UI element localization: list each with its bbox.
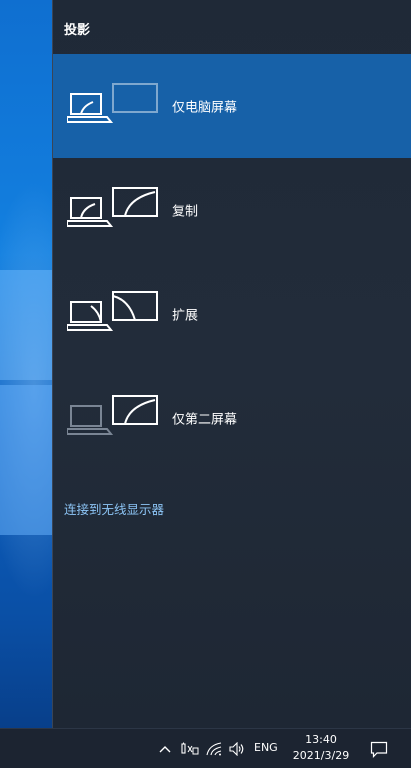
action-center-icon[interactable] [369, 740, 389, 758]
option-pc-screen-only[interactable]: 仅电脑屏幕 [53, 54, 411, 158]
option-label: 扩展 [172, 308, 199, 324]
pc-screen-only-icon [67, 83, 158, 123]
option-duplicate[interactable]: 复制 [53, 158, 411, 262]
desktop-wallpaper [0, 0, 52, 728]
option-second-screen-only[interactable]: 仅第二屏幕 [53, 366, 411, 470]
wallpaper-pane-lower [0, 385, 52, 535]
chevron-up-icon[interactable] [157, 740, 173, 758]
option-label: 仅电脑屏幕 [172, 100, 238, 116]
language-indicator[interactable]: ENG [254, 741, 278, 754]
second-screen-only-icon [67, 395, 158, 435]
clock-time: 13:40 [305, 733, 337, 746]
wifi-icon[interactable] [205, 740, 223, 758]
project-panel: 投影 仅电脑屏幕 复制 扩展 仅第二屏幕 连接到无线显示器 [52, 0, 411, 728]
wallpaper-pane-upper [0, 270, 52, 380]
option-label: 仅第二屏幕 [172, 412, 238, 428]
clock-date: 2021/3/29 [292, 749, 350, 762]
clock[interactable]: 13:40 2021/3/29 [289, 732, 353, 764]
option-label: 复制 [172, 204, 199, 220]
taskbar: ENG 13:40 2021/3/29 [0, 728, 411, 768]
option-extend[interactable]: 扩展 [53, 262, 411, 366]
panel-title: 投影 [64, 23, 91, 38]
network-battery-icon[interactable] [180, 740, 200, 758]
connect-wireless-display-link[interactable]: 连接到无线显示器 [64, 499, 164, 518]
duplicate-icon [67, 187, 158, 227]
extend-icon [67, 291, 158, 331]
volume-icon[interactable] [228, 740, 246, 758]
